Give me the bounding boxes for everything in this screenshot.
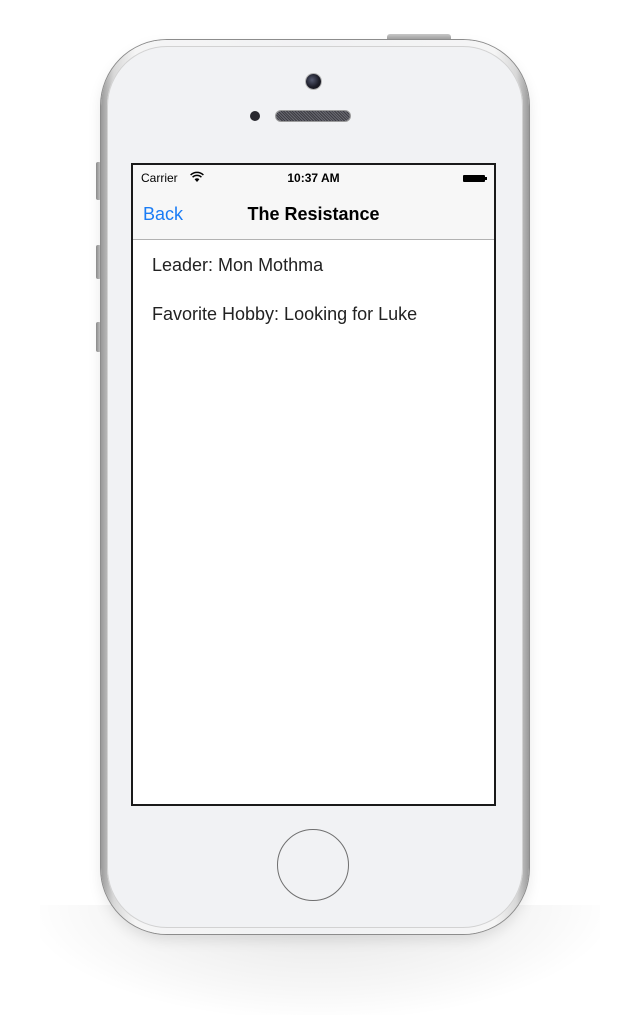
front-camera-icon [306, 74, 321, 89]
navigation-bar: Back The Resistance [133, 192, 494, 240]
status-time: 10:37 AM [287, 171, 340, 185]
device-mockup: Carrier 10:37 AM Back The Resistance Lea… [0, 0, 640, 1024]
battery-icon [463, 175, 487, 182]
phone-screen: Carrier 10:37 AM Back The Resistance Lea… [131, 163, 496, 806]
favorite-hobby-label: Favorite Hobby: Looking for Luke [152, 304, 418, 324]
home-button-icon[interactable] [277, 829, 349, 901]
earpiece-speaker-icon [276, 111, 350, 121]
status-bar: Carrier 10:37 AM [133, 165, 494, 192]
proximity-sensor-icon [250, 111, 260, 121]
leader-label: Leader: Mon Mothma [152, 255, 324, 275]
nav-title: The Resistance [247, 204, 380, 224]
detail-content: Leader: Mon Mothma Favorite Hobby: Looki… [133, 240, 494, 804]
